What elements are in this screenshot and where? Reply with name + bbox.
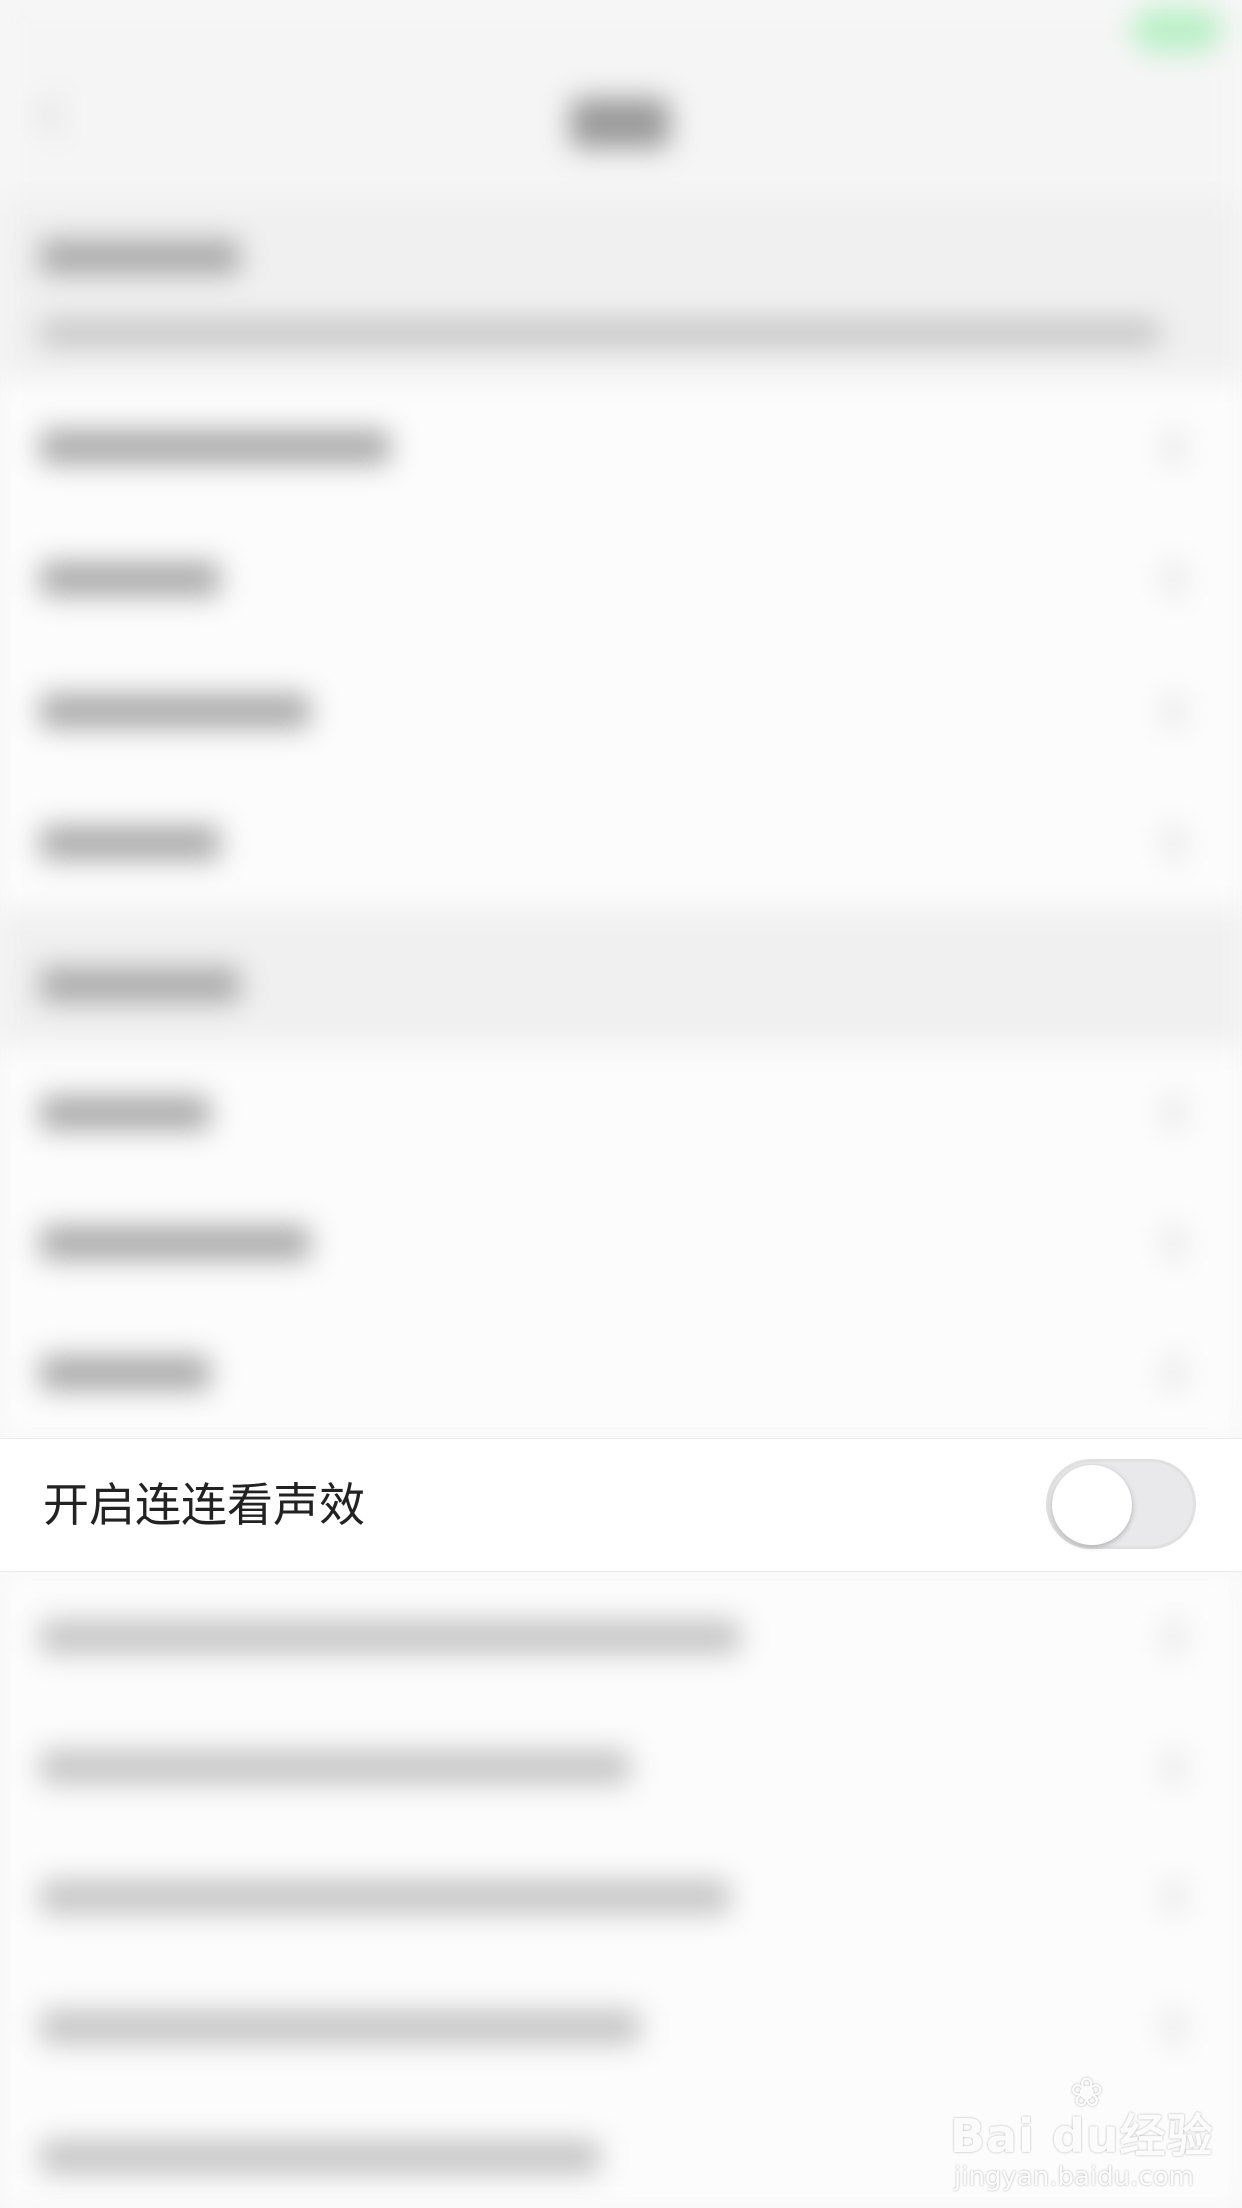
watermark: ❀ Bai du经验 jingyan.baidu.com: [950, 2070, 1230, 2200]
status-indicator: [1132, 8, 1222, 52]
list-item[interactable]: [0, 776, 1242, 908]
list-item[interactable]: [0, 1570, 1242, 1702]
back-icon[interactable]: [37, 93, 82, 138]
blurred-background: [0, 0, 1242, 2208]
section-header: [0, 908, 1242, 1048]
watermark-url: jingyan.baidu.com: [954, 2162, 1194, 2192]
section-header: [0, 200, 1242, 380]
watermark-brand: Bai du经验: [950, 2109, 1214, 2163]
list-item[interactable]: [0, 380, 1242, 512]
page-title: [570, 98, 670, 148]
list-item[interactable]: [0, 1702, 1242, 1832]
sound-effect-label: 开启连连看声效: [43, 1478, 365, 1532]
section-title: [40, 240, 240, 274]
toggle-knob: [1052, 1465, 1132, 1545]
navigation-bar: [0, 0, 1242, 200]
list-item[interactable]: [0, 1308, 1242, 1438]
sound-effect-toggle[interactable]: [1046, 1459, 1196, 1549]
list-item[interactable]: [0, 1048, 1242, 1178]
sound-effect-setting-row: 开启连连看声效: [0, 1438, 1242, 1572]
list-item[interactable]: [0, 644, 1242, 776]
list-item[interactable]: [0, 1832, 1242, 1962]
list-item[interactable]: [0, 1178, 1242, 1308]
list-item[interactable]: [0, 512, 1242, 644]
section-description: [40, 320, 1160, 346]
